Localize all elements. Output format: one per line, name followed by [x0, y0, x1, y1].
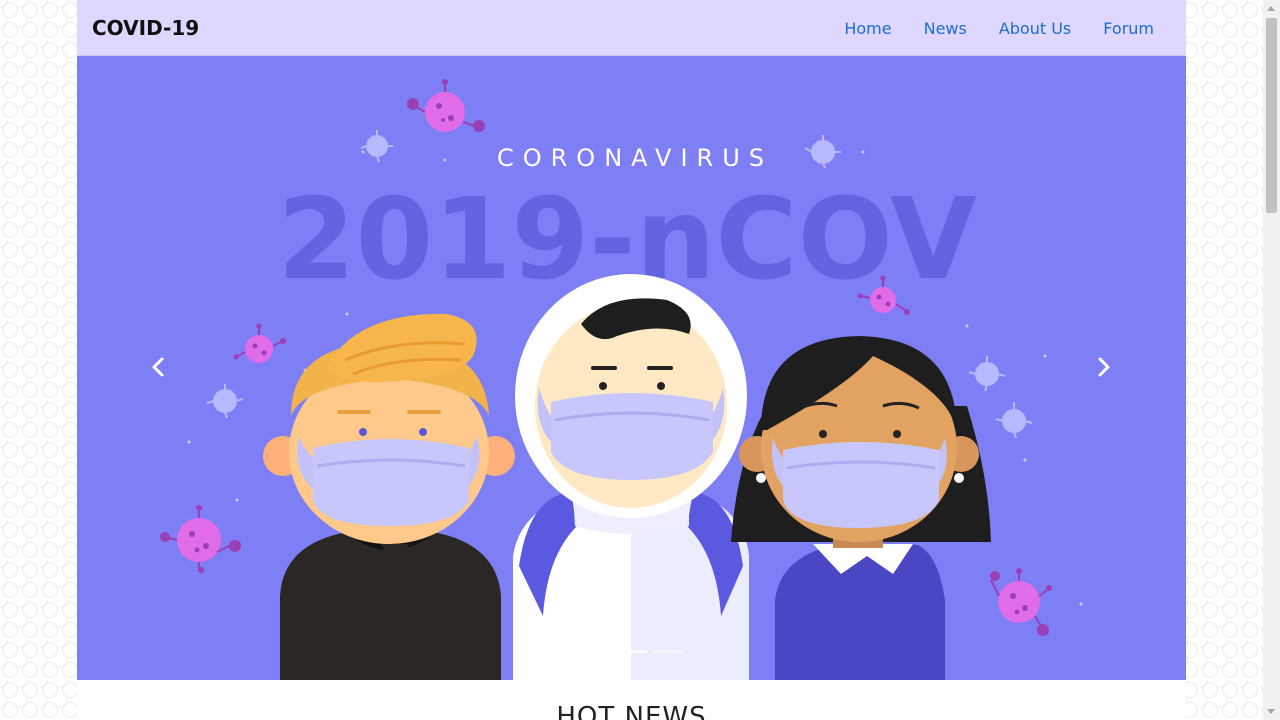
page-container: COVID-19 Home News About Us Forum CORONA…: [77, 0, 1186, 720]
carousel-indicator[interactable]: [580, 650, 611, 653]
virus-icon: [804, 135, 841, 169]
nav-links: Home News About Us Forum: [844, 18, 1154, 40]
virus-icon: [990, 568, 1052, 636]
nav-link-home[interactable]: Home: [844, 18, 891, 40]
virus-icon: [206, 384, 244, 419]
nav-link-forum[interactable]: Forum: [1103, 18, 1154, 40]
virus-icon: [233, 323, 286, 363]
person-middle-illustration: [513, 274, 749, 680]
carousel-next-button[interactable]: [1088, 352, 1118, 382]
hot-news-heading: HOT NEWS: [556, 702, 707, 720]
carousel-prev-button[interactable]: [144, 352, 174, 382]
scroll-up-icon[interactable]: [1267, 6, 1275, 11]
nav-link-news[interactable]: News: [924, 18, 967, 40]
virus-icon: [407, 79, 485, 132]
virus-icon: [360, 130, 393, 163]
navbar: COVID-19 Home News About Us Forum: [77, 0, 1186, 56]
hero-carousel: CORONAVIRUS 2019-nCOV: [77, 56, 1186, 680]
scroll-thumb[interactable]: [1266, 18, 1277, 213]
carousel-indicator-active[interactable]: [616, 650, 647, 653]
hero-subtitle: CORONAVIRUS: [497, 144, 773, 172]
person-left-illustration: [263, 313, 515, 680]
person-right-illustration: [731, 336, 991, 680]
virus-icon: [160, 505, 241, 573]
hero-illustration: CORONAVIRUS 2019-nCOV: [160, 79, 1083, 680]
virus-icon: [995, 402, 1033, 439]
carousel-indicator[interactable]: [652, 650, 683, 653]
chevron-left-icon: [152, 357, 164, 377]
scroll-down-icon[interactable]: [1267, 709, 1275, 714]
page-scrollbar[interactable]: [1263, 0, 1280, 720]
brand-logo[interactable]: COVID-19: [92, 16, 199, 40]
chevron-right-icon: [1098, 357, 1110, 377]
carousel-indicators: [77, 650, 1186, 653]
nav-link-about-us[interactable]: About Us: [999, 18, 1071, 40]
virus-icon: [968, 356, 1006, 392]
